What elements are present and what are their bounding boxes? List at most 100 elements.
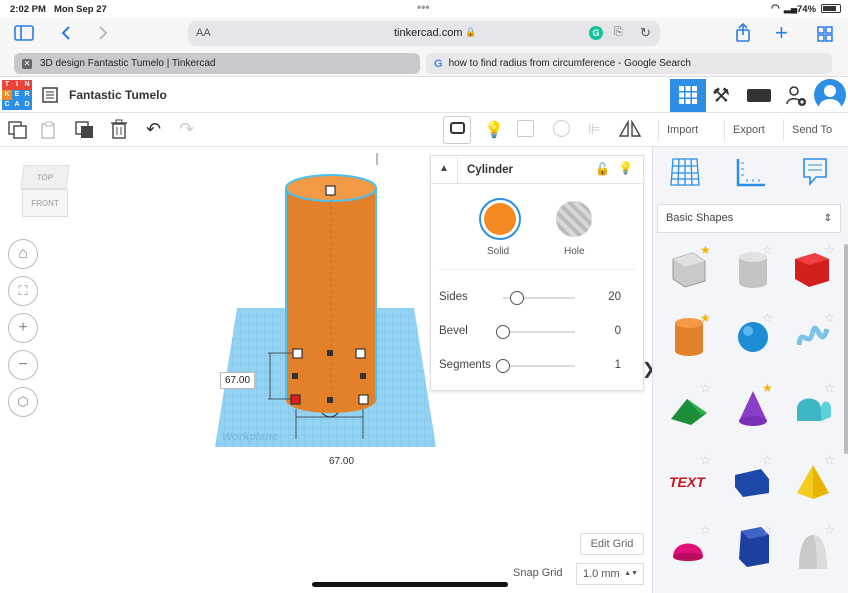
grammarly-icon[interactable]: G	[589, 26, 603, 40]
design-title[interactable]: Fantastic Tumelo	[69, 88, 167, 102]
home-icon: ⌂	[18, 245, 28, 262]
home-view-button[interactable]: ⌂	[8, 239, 38, 269]
notes-icon[interactable]	[802, 157, 828, 187]
view-cube-top[interactable]: TOP	[20, 165, 70, 189]
share-icon[interactable]	[735, 23, 751, 43]
resize-handle[interactable]	[292, 373, 298, 379]
bricks-icon[interactable]	[747, 89, 771, 102]
width-dimension-label[interactable]: 67.00	[329, 456, 354, 467]
height-handle[interactable]	[325, 185, 336, 196]
star-icon-filled[interactable]: ★	[700, 311, 711, 325]
star-icon[interactable]: ☆	[824, 243, 835, 257]
tab-google-search[interactable]: G how to find radius from circumference …	[426, 53, 832, 74]
height-dimension-input[interactable]: 67.00	[220, 372, 255, 389]
star-icon-filled[interactable]: ★	[700, 243, 711, 257]
paste-icon[interactable]	[40, 121, 58, 139]
tab-overview-icon[interactable]	[817, 26, 833, 42]
snap-grid-select[interactable]: 1.0 mm ▲▼	[576, 563, 644, 585]
url-text: tinkercad.com	[394, 27, 463, 39]
resize-handle[interactable]	[327, 397, 333, 403]
resize-handle-selected[interactable]	[290, 394, 301, 405]
reload-icon[interactable]: ↻	[640, 25, 651, 41]
view-cube-front[interactable]: FRONT	[22, 189, 68, 217]
address-bar[interactable]: AA tinkercad.com 🔒 G ⎘ ↻	[188, 21, 660, 46]
bevel-slider-knob[interactable]	[496, 325, 510, 339]
extension-icon[interactable]: ⎘	[614, 26, 623, 39]
star-icon[interactable]: ☆	[824, 311, 835, 325]
view-3d-button[interactable]	[670, 79, 706, 112]
shape-sphere[interactable]	[731, 315, 781, 365]
shape-cone[interactable]	[731, 387, 781, 437]
star-icon[interactable]: ☆	[762, 453, 773, 467]
close-tab-icon[interactable]: ✕	[22, 58, 32, 69]
solid-color-button[interactable]	[479, 198, 521, 240]
sides-slider-knob[interactable]	[510, 291, 525, 305]
ungroup-icon[interactable]	[553, 120, 570, 137]
segments-value[interactable]: 1	[615, 359, 621, 371]
star-icon[interactable]: ☆	[824, 453, 835, 467]
sides-value[interactable]: 20	[608, 291, 621, 303]
avatar[interactable]	[814, 79, 846, 111]
mirror-icon[interactable]	[619, 120, 641, 138]
codeblocks-pickaxe-icon[interactable]: ⚒	[712, 83, 730, 108]
edit-grid-button[interactable]: Edit Grid	[580, 533, 644, 555]
group-icon[interactable]	[517, 120, 534, 137]
export-button[interactable]: Export	[724, 119, 773, 141]
star-icon[interactable]: ☆	[824, 523, 835, 537]
star-icon[interactable]: ☆	[762, 311, 773, 325]
sidebar-icon[interactable]	[14, 25, 34, 41]
visibility-bulb-icon[interactable]: 💡	[618, 161, 633, 175]
notes-tool-button[interactable]	[443, 116, 471, 144]
delete-icon[interactable]	[110, 119, 128, 139]
shape-polygon[interactable]	[731, 523, 781, 573]
tinkercad-logo[interactable]: T I N K E R C A D	[2, 80, 32, 110]
zoom-out-button[interactable]: −	[8, 350, 38, 380]
resize-handle[interactable]	[360, 373, 366, 379]
design-menu-icon[interactable]	[42, 87, 58, 103]
tab-tinkercad[interactable]: ✕ 3D design Fantastic Tumelo | Tinkercad	[14, 53, 420, 74]
multitask-dots-icon[interactable]: •••	[417, 0, 430, 14]
resize-handle[interactable]	[358, 394, 369, 405]
send-to-button[interactable]: Send To	[783, 119, 840, 141]
zoom-in-button[interactable]: +	[8, 313, 38, 343]
segments-slider-knob[interactable]	[496, 359, 510, 373]
bevel-slider[interactable]	[503, 331, 575, 333]
shape-paraboloid[interactable]	[791, 531, 841, 581]
segments-slider[interactable]	[503, 365, 575, 367]
scrollbar[interactable]	[844, 244, 848, 454]
back-icon[interactable]	[60, 25, 72, 41]
bevel-value[interactable]: 0	[615, 325, 621, 337]
star-icon-filled[interactable]: ★	[762, 381, 773, 395]
redo-icon[interactable]: ↷	[179, 119, 194, 140]
star-icon[interactable]: ☆	[762, 243, 773, 257]
star-icon[interactable]: ☆	[700, 523, 711, 537]
shape-cylinder-hole[interactable]	[731, 247, 781, 297]
align-icon[interactable]: ⊫	[588, 120, 601, 138]
import-button[interactable]: Import	[658, 119, 706, 141]
view-cube[interactable]: TOP FRONT	[20, 165, 70, 221]
collapse-inspector-icon[interactable]: ▲	[439, 163, 449, 174]
lock-icon[interactable]: 🔓	[595, 162, 610, 176]
hole-button[interactable]	[556, 201, 592, 237]
star-icon[interactable]: ☆	[700, 453, 711, 467]
star-icon[interactable]: ☆	[824, 381, 835, 395]
resize-handle[interactable]	[327, 350, 333, 356]
resize-handle[interactable]	[355, 348, 366, 359]
fit-view-button[interactable]: ⛶	[8, 276, 38, 306]
undo-icon[interactable]: ↶	[146, 119, 161, 140]
copy-icon[interactable]	[8, 121, 28, 139]
forward-icon[interactable]	[97, 25, 109, 41]
lightbulb-icon[interactable]: 💡	[484, 120, 504, 140]
ruler-tool-icon[interactable]	[735, 157, 767, 187]
star-icon[interactable]: ☆	[700, 381, 711, 395]
shape-wedge[interactable]	[731, 459, 781, 509]
workplane-tool-icon[interactable]	[669, 157, 701, 187]
resize-handle[interactable]	[292, 348, 303, 359]
add-user-icon[interactable]	[785, 85, 807, 107]
star-icon[interactable]: ☆	[762, 523, 773, 537]
perspective-button[interactable]: ⬡	[8, 387, 38, 417]
text-size-button[interactable]: AA	[196, 27, 211, 39]
shape-category-select[interactable]: Basic Shapes ⇕	[657, 204, 841, 233]
duplicate-icon[interactable]	[75, 121, 95, 139]
new-tab-icon[interactable]: +	[775, 20, 788, 46]
